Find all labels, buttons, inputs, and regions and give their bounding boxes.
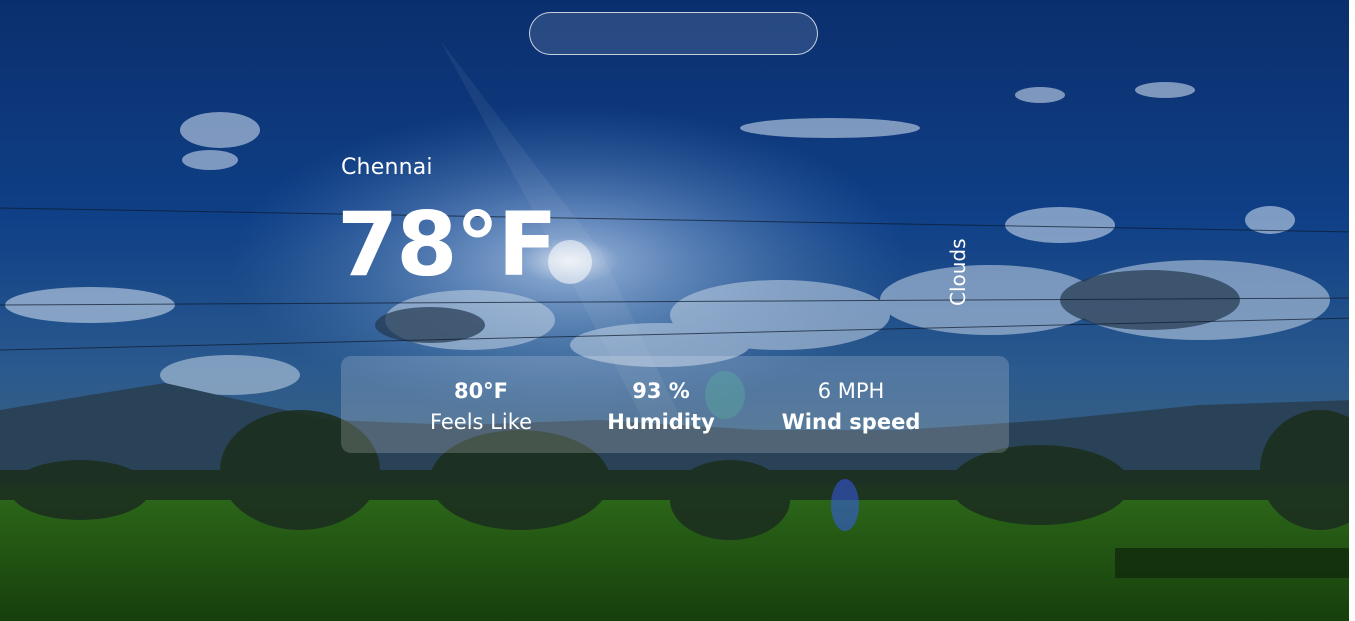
scrollbar[interactable] xyxy=(1349,0,1355,621)
humidity-stat: 93 % Humidity xyxy=(591,376,731,438)
search-bar[interactable] xyxy=(529,12,818,55)
weather-condition: Clouds xyxy=(946,238,970,306)
humidity-label: Humidity xyxy=(607,410,715,434)
feels-like-value: 80°F xyxy=(453,379,509,403)
background-landscape-image xyxy=(0,0,1355,621)
search-input[interactable] xyxy=(530,13,817,54)
wind-speed-label: Wind speed xyxy=(781,410,921,434)
wind-speed-value: 6 MPH xyxy=(817,379,885,403)
weather-details-panel: 80°F Feels Like 93 % Humidity 6 MPH Wind… xyxy=(341,356,1009,453)
humidity-value: 93 % xyxy=(632,379,690,403)
city-name: Chennai xyxy=(341,155,433,180)
wind-stat: 6 MPH Wind speed xyxy=(771,376,931,438)
feels-like-label: Feels Like xyxy=(429,410,533,434)
temperature: 78°F xyxy=(337,193,558,296)
feels-like-stat: 80°F Feels Like xyxy=(411,376,551,438)
